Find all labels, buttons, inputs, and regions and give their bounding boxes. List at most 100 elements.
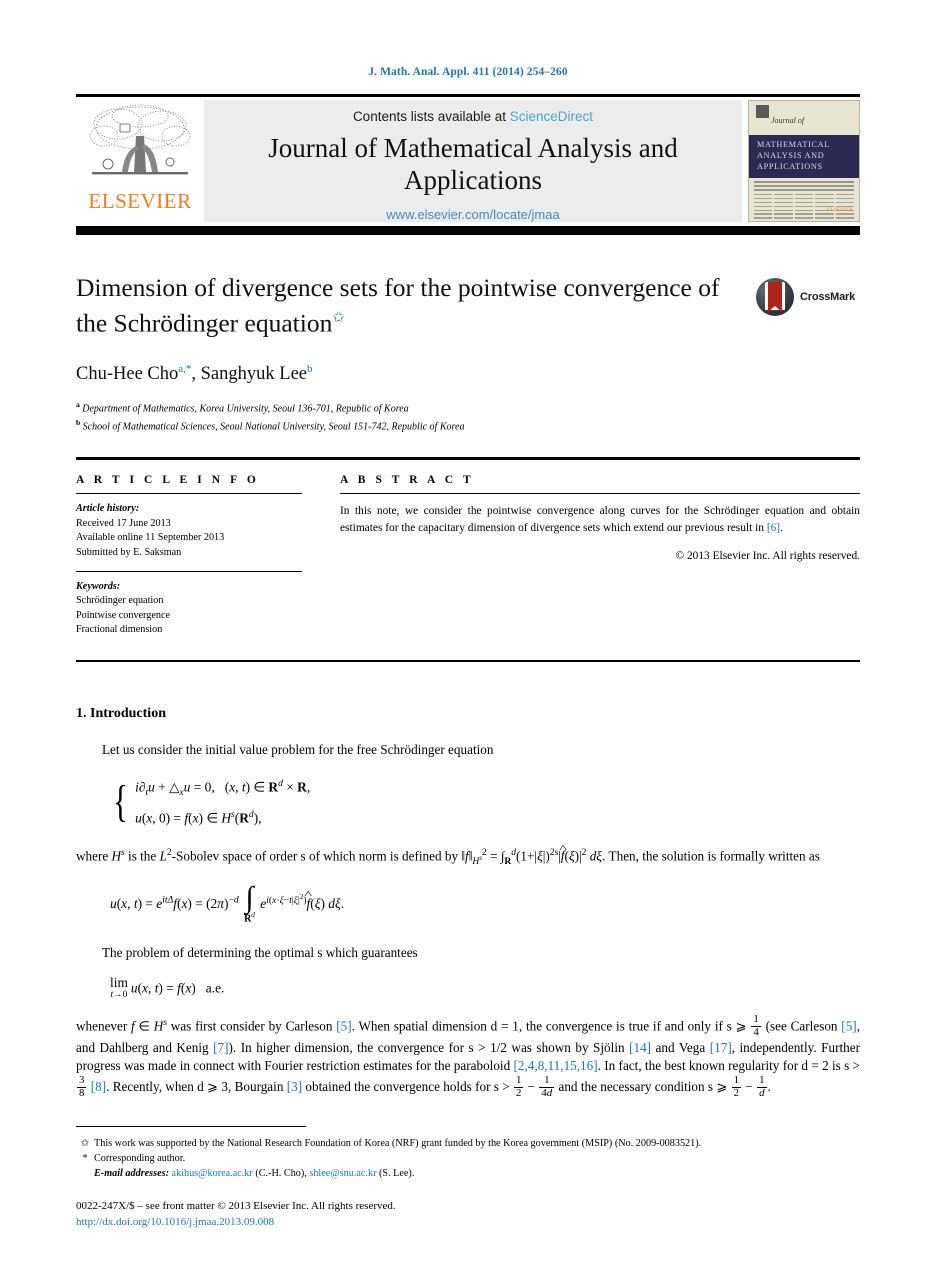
crossmark-icon <box>756 278 794 316</box>
author-name-second: Sanghyuk Lee <box>200 363 307 384</box>
abstract-body-part2: . <box>780 521 783 534</box>
footnote-corresponding: * Corresponding author. <box>76 1151 860 1166</box>
cover-lower: ELSEVIER <box>749 178 859 221</box>
keyword-item: Pointwise convergence <box>76 609 171 621</box>
contents-available-line: Contents lists available at ScienceDirec… <box>204 109 742 124</box>
citation-ref-5a[interactable]: [5] <box>336 1018 351 1033</box>
fraction-one-over-d: 1d <box>757 1074 767 1100</box>
email-link-lee[interactable]: shlee@snu.ac.kr <box>309 1168 376 1179</box>
author-affiliation-mark-first[interactable]: a,* <box>178 363 191 375</box>
p4-s13: . <box>767 1079 771 1095</box>
citation-ref-14[interactable]: [14] <box>629 1040 651 1055</box>
cover-editor-lines <box>754 181 854 191</box>
journal-homepage-link[interactable]: www.elsevier.com/locate/jmaa <box>204 207 742 222</box>
p4-s1: whenever <box>76 1018 132 1034</box>
elsevier-logo: ELSEVIER <box>76 100 204 222</box>
paper-page: J. Math. Anal. Appl. 411 (2014) 254–260 <box>0 0 935 1266</box>
fraction-one-half-b: 12 <box>731 1074 742 1100</box>
copyright-line: © 2013 Elsevier Inc. All rights reserved… <box>675 550 860 563</box>
p4-s4: (see Carleson <box>761 1018 842 1034</box>
citation-ref-multi[interactable]: [2,4,8,11,15,16] <box>514 1058 598 1073</box>
author-separator: , <box>191 363 201 384</box>
cover-title-band: MATHEMATICAL ANALYSIS AND APPLICATIONS <box>749 135 859 178</box>
citation-ref-3[interactable]: [3] <box>287 1080 302 1095</box>
p4-s6: ). In higher dimension, the convergence … <box>228 1039 630 1055</box>
affiliation-list: a Department of Mathematics, Korea Unive… <box>76 398 860 436</box>
author-affiliation-mark-second[interactable]: b <box>307 363 313 375</box>
contents-prefix: Contents lists available at <box>352 109 510 124</box>
fraction-one-quarter: 14 <box>751 1013 761 1038</box>
limit-operator: lim t→0 <box>110 975 128 1001</box>
article-info-rule <box>76 492 302 495</box>
article-history-label: Article history: <box>76 503 140 515</box>
cover-band-line-2: ANALYSIS AND <box>757 151 825 160</box>
running-head: J. Math. Anal. Appl. 411 (2014) 254–260 <box>368 66 568 78</box>
abstract-column: A B S T R A C T In this note, we conside… <box>324 474 860 638</box>
paragraph-intro-1: Let us consider the initial value proble… <box>102 741 494 757</box>
doi-link[interactable]: http://dx.doi.org/10.1016/j.jmaa.2013.09… <box>76 1214 860 1230</box>
p4-s12: and the necessary condition s ⩾ <box>555 1079 731 1095</box>
cover-elsevier-mark: ELSEVIER <box>826 208 853 213</box>
crossmark-badge-group[interactable]: CrossMark <box>756 276 860 318</box>
author-list: Chu-Hee Choa,*, Sanghyuk Leeb <box>76 363 860 385</box>
footnote-funding: ✩ This work was supported by the Nationa… <box>76 1136 860 1151</box>
cover-top: Journal of <box>749 101 859 135</box>
email-link-cho[interactable]: akihus@korea.ac.kr <box>172 1168 253 1179</box>
article-history-group: Article history: Received 17 June 2013 A… <box>76 502 302 560</box>
p4-s9: . In fact, the best known regularity for… <box>597 1058 860 1074</box>
citation-ref-8[interactable]: [8] <box>91 1080 106 1095</box>
issn-front-matter-line: 0022-247X/$ – see front matter © 2013 El… <box>76 1199 396 1212</box>
keyword-item: Schrödinger equation <box>76 595 164 607</box>
crossmark-label: CrossMark <box>800 291 856 303</box>
citation-ref-5b[interactable]: [5] <box>841 1018 856 1033</box>
article-history-item: Available online 11 September 2013 <box>76 532 225 544</box>
fraction-three-eighths: 38 <box>77 1074 87 1100</box>
cover-publisher-icon <box>756 105 769 118</box>
para2-mid: is the <box>124 848 160 864</box>
p4-s2: was first consider by Carleson <box>167 1018 337 1034</box>
equation-solution-formula: u(x, t) = eitΔf(x) = (2π)−d ∫ Rd ei(x·ξ−… <box>76 881 860 925</box>
author-name-first: Chu-Hee Cho <box>76 363 179 384</box>
citation-ref-17[interactable]: [17] <box>710 1040 732 1055</box>
journal-masthead: ELSEVIER Contents lists available at Sci… <box>76 100 860 222</box>
masthead-bottom-rule <box>76 226 860 235</box>
email-owner-cho: (C.-H. Cho) <box>255 1167 305 1179</box>
footnote-corresponding-text: Corresponding author. <box>94 1152 186 1164</box>
equation-limit-condition: lim t→0 u(x, t) = f(x) a.e. <box>110 975 225 1001</box>
masthead-center: Contents lists available at ScienceDirec… <box>204 100 742 222</box>
sciencedirect-link[interactable]: ScienceDirect <box>510 109 593 124</box>
abstract-rule <box>340 492 860 495</box>
citation-ref-7[interactable]: [7] <box>213 1040 228 1055</box>
paragraph-intro-2: where Hs is the L2-Sobolev space of orde… <box>76 844 860 871</box>
info-abstract-bottom-rule <box>76 660 860 662</box>
affiliation-mark: a <box>76 399 80 409</box>
affiliation-mark: b <box>76 418 81 428</box>
para2-pre: where <box>76 848 112 864</box>
footnote-funding-text: This work was supported by the National … <box>94 1137 702 1149</box>
journal-cover-thumbnail: Journal of MATHEMATICAL ANALYSIS AND APP… <box>748 100 860 222</box>
equation-initial-value-problem: { i∂tu + △xu = 0, (x, t) ∈ Rd × R, u(x, … <box>113 776 311 826</box>
footnote-block: ✩ This work was supported by the Nationa… <box>76 1136 860 1230</box>
para2-tail: -Sobolev space of order s of which norm … <box>171 848 459 864</box>
affiliation-item: b School of Mathematical Sciences, Seoul… <box>76 416 860 435</box>
cover-band-line-1: MATHEMATICAL <box>757 140 830 149</box>
footnote-emails: E-mail addresses: akihus@korea.ac.kr (C.… <box>94 1167 415 1179</box>
footnote-star-marker: ✩ <box>80 1137 90 1149</box>
abstract-text: In this note, we consider the pointwise … <box>340 503 860 536</box>
section-heading-introduction: 1. Introduction <box>76 705 166 721</box>
cover-journal-of-label: Journal of <box>771 116 805 125</box>
affiliation-text: School of Mathematical Sciences, Seoul N… <box>82 421 465 433</box>
elsevier-wordmark: ELSEVIER <box>88 189 192 213</box>
title-block: CrossMark Dimension of divergence sets f… <box>76 272 860 435</box>
keywords-rule <box>76 570 302 572</box>
integral-symbol: ∫ Rd <box>244 881 255 925</box>
cover-band-line-3: APPLICATIONS <box>757 162 823 171</box>
keywords-label: Keywords: <box>76 580 121 592</box>
affiliation-text: Department of Mathematics, Korea Univers… <box>82 402 409 414</box>
keywords-group: Keywords: Schrödinger equation Pointwise… <box>76 580 302 638</box>
title-footnote-marker[interactable]: ✩ <box>332 310 345 326</box>
abstract-citation-ref[interactable]: [6] <box>767 522 780 534</box>
article-info-column: A R T I C L E I N F O Article history: R… <box>76 474 324 638</box>
footnote-asterisk-marker: * <box>82 1152 88 1164</box>
elsevier-tree-icon <box>89 104 191 175</box>
